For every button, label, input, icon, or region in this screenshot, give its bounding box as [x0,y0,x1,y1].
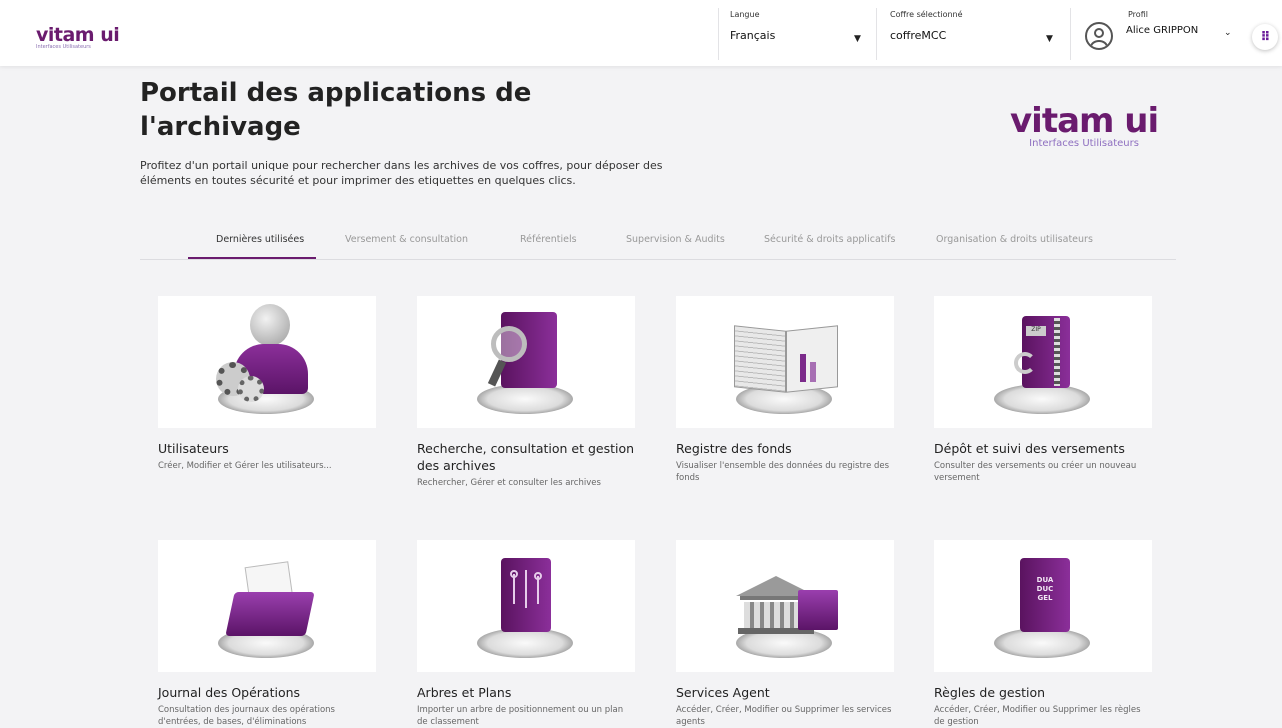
card-title: Services Agent [676,685,770,700]
hero-logo-subtitle: Interfaces Utilisateurs [1029,138,1139,149]
vault-select[interactable]: Coffre sélectionné coffreMCC ▼ [890,10,1060,44]
card-description: Accéder, Créer, Modifier ou Supprimer le… [934,705,1141,727]
header-divider [718,8,719,60]
profile-label: Profil [1128,10,1148,19]
language-value: Français [730,29,776,42]
card-description: Consulter des versements ou créer un nou… [934,461,1137,483]
card-description: Visualiser l'ensemble des données du reg… [676,461,890,483]
card-title: Journal des Opérations [158,685,301,700]
hero-logo: vitam ui Interfaces Utilisateurs [1010,101,1159,149]
page-description: Profitez d'un portail unique pour recher… [140,159,663,187]
chevron-down-icon: ⌄ [1224,28,1232,38]
card-description: Importer un arbre de positionnement ou u… [417,705,624,727]
app-card-arbres[interactable]: Arbres et Plans Importer un arbre de pos… [417,540,635,728]
language-select[interactable]: Langue Français ▼ [730,10,870,44]
vault-label: Coffre sélectionné [890,10,963,19]
category-tabs: Dernières utilisées Versement & consulta… [140,224,1176,260]
tab-supervision-audits[interactable]: Supervision & Audits [626,234,725,245]
card-description: Créer, Modifier et Gérer les utilisateur… [158,461,332,471]
tab-securite-droits[interactable]: Sécurité & droits applicatifs [764,234,895,245]
header-logo-text: vitam ui [36,24,120,46]
card-title: Utilisateurs [158,441,229,456]
users-gears-icon [158,296,376,428]
header-divider [1070,8,1071,60]
top-header: vitam ui Interfaces Utilisateurs Langue … [0,0,1282,66]
card-title: Règles de gestion [934,685,1046,700]
card-description: Accéder, Créer, Modifier ou Supprimer le… [676,705,892,727]
app-card-recherche[interactable]: Recherche, consultation et gestion des a… [417,296,635,489]
active-tab-indicator [188,257,316,259]
chevron-down-icon: ▼ [854,34,861,44]
language-label: Langue [730,10,760,19]
vault-value: coffreMCC [890,29,947,42]
zip-deposit-icon: ZIP [934,296,1152,428]
tab-organisation-droits[interactable]: Organisation & droits utilisateurs [936,234,1093,245]
operations-folder-icon [158,540,376,672]
card-description: Rechercher, Gérer et consulter les archi… [417,478,601,488]
app-card-registre[interactable]: Registre des fonds Visualiser l'ensemble… [676,296,894,484]
tab-versement-consultation[interactable]: Versement & consultation [345,234,468,245]
card-title: Arbres et Plans [417,685,512,700]
apps-grid-icon: ⠿ [1260,29,1270,45]
app-card-regles[interactable]: DUA DUC GEL Règles de gestion Accéder, C… [934,540,1152,728]
rules-book-label: DUA DUC GEL [1036,576,1054,602]
tab-referentiels[interactable]: Référentiels [520,234,577,245]
archive-search-icon [417,296,635,428]
header-divider [876,8,877,60]
register-book-icon [676,296,894,428]
app-card-journal[interactable]: Journal des Opérations Consultation des … [158,540,376,728]
app-card-services-agent[interactable]: Services Agent Accéder, Créer, Modifier … [676,540,894,728]
apps-menu-button[interactable]: ⠿ [1252,24,1278,50]
avatar-icon[interactable] [1085,22,1113,50]
card-description: Consultation des journaux des opérations… [158,705,335,727]
card-title: Registre des fonds [676,441,792,456]
app-card-depot[interactable]: ZIP Dépôt et suivi des versements Consul… [934,296,1152,484]
tree-circuit-icon [417,540,635,672]
hero-logo-text: vitam ui [1010,101,1159,141]
rules-book-icon: DUA DUC GEL [934,540,1152,672]
card-title: Recherche, consultation et gestion des a… [417,441,635,473]
agency-building-icon [676,540,894,672]
tab-dernieres-utilisees[interactable]: Dernières utilisées [216,234,304,245]
chevron-down-icon: ▼ [1046,34,1053,44]
header-logo[interactable]: vitam ui Interfaces Utilisateurs [36,24,120,50]
profile-menu[interactable]: Profil Alice GRIPPON ⌄ [1126,10,1241,38]
page-title: Portail des applications de l'archivage [140,78,532,142]
app-card-utilisateurs[interactable]: Utilisateurs Créer, Modifier et Gérer le… [158,296,376,472]
card-title: Dépôt et suivi des versements [934,441,1125,456]
